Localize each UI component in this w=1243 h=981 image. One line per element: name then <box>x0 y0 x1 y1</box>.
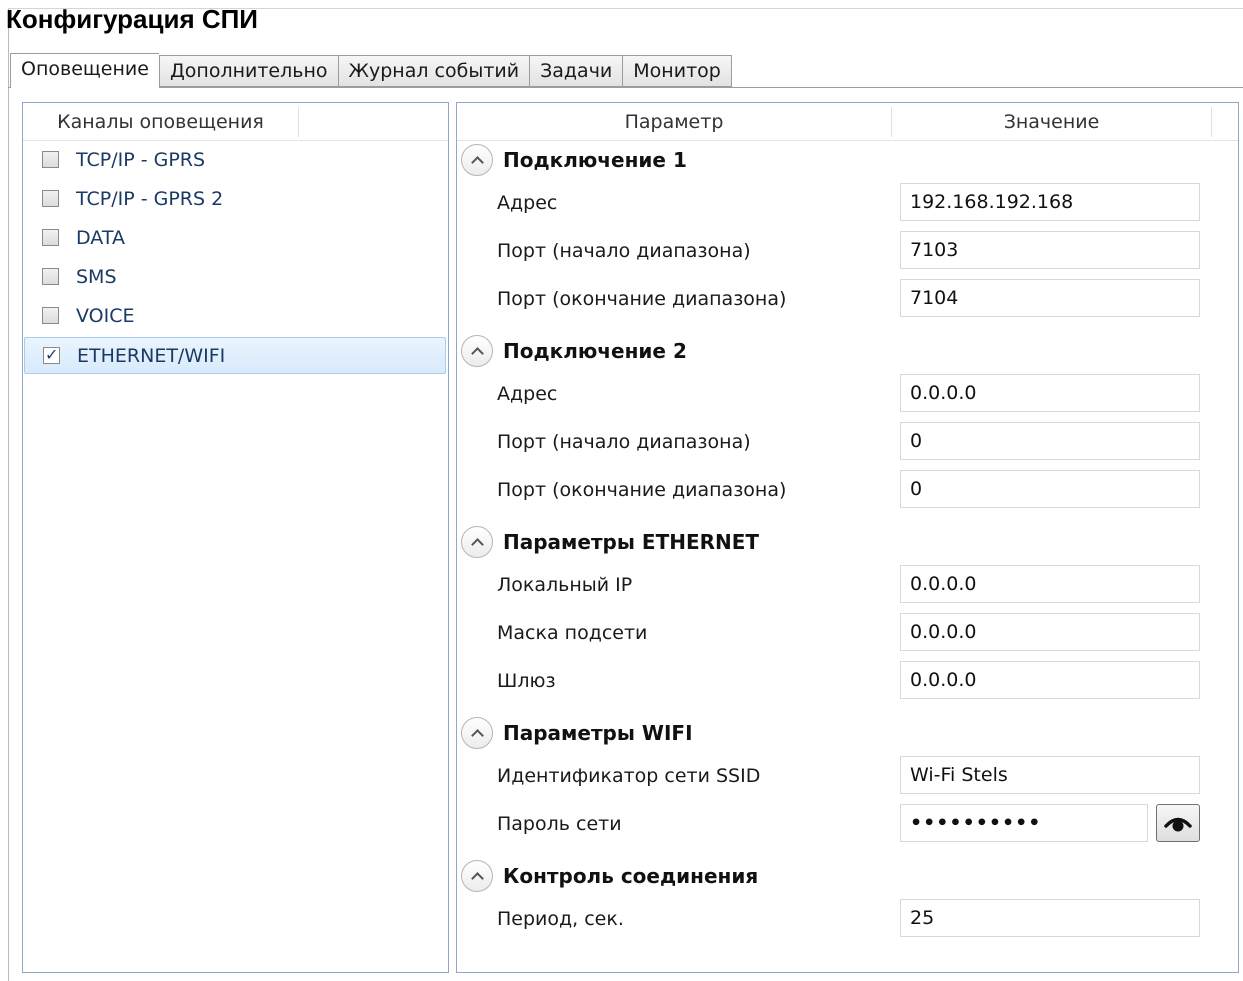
window-title: Конфигурация СПИ <box>6 4 258 34</box>
channel-label: TCP/IP - GPRS 2 <box>76 187 224 210</box>
tab-event-log[interactable]: Журнал событий <box>337 55 530 87</box>
parameters-panel: Параметр Значение Подключение 1 Адрес 19… <box>456 102 1239 973</box>
period-field[interactable]: 25 <box>900 899 1200 937</box>
channel-checkbox[interactable] <box>42 229 59 246</box>
wifi-password-field[interactable]: •••••••••• <box>900 804 1148 842</box>
group-connection-control: Контроль соединения <box>461 859 758 893</box>
port-end-2-field[interactable]: 0 <box>900 470 1200 508</box>
channel-checkbox[interactable] <box>42 190 59 207</box>
channel-item-ethernet-wifi[interactable]: ETHERNET/WIFI <box>24 337 446 374</box>
tab-divider <box>8 87 1243 88</box>
channels-header-filler <box>299 103 448 141</box>
value-column-header[interactable]: Значение <box>892 103 1211 141</box>
param-label: Адрес <box>497 192 558 214</box>
channel-item-sms[interactable]: SMS <box>24 258 446 295</box>
channel-item-tcpip-gprs-2[interactable]: TCP/IP - GPRS 2 <box>24 180 446 217</box>
chevron-up-icon[interactable] <box>461 526 493 558</box>
tab-bar: Оповещение Дополнительно Журнал событий … <box>10 53 732 88</box>
param-label: Порт (окончание диапазона) <box>497 288 787 310</box>
channel-checkbox[interactable] <box>42 151 59 168</box>
group-title: Параметры ETHERNET <box>503 530 760 554</box>
param-label: Шлюз <box>497 670 556 692</box>
param-label: Период, сек. <box>497 908 624 930</box>
param-label: Порт (окончание диапазона) <box>497 479 787 501</box>
group-title: Подключение 2 <box>503 339 687 363</box>
param-label: Порт (начало диапазона) <box>497 240 751 262</box>
channel-checkbox[interactable] <box>42 307 59 324</box>
param-column-header[interactable]: Параметр <box>457 103 891 141</box>
header-filler <box>1212 103 1238 141</box>
group-connection-1: Подключение 1 <box>461 143 687 177</box>
tab-monitor[interactable]: Монитор <box>622 55 732 87</box>
subnet-mask-field[interactable]: 0.0.0.0 <box>900 613 1200 651</box>
address-2-field[interactable]: 0.0.0.0 <box>900 374 1200 412</box>
param-label: Идентификатор сети SSID <box>497 765 761 787</box>
tab-notification[interactable]: Оповещение <box>10 53 159 88</box>
channel-label: SMS <box>76 265 117 288</box>
group-ethernet-params: Параметры ETHERNET <box>461 525 759 559</box>
tab-tasks[interactable]: Задачи <box>529 55 623 87</box>
param-label: Порт (начало диапазона) <box>497 431 751 453</box>
group-connection-2: Подключение 2 <box>461 334 687 368</box>
param-label: Маска подсети <box>497 622 648 644</box>
channel-label: VOICE <box>76 304 135 327</box>
local-ip-field[interactable]: 0.0.0.0 <box>900 565 1200 603</box>
port-start-2-field[interactable]: 0 <box>900 422 1200 460</box>
tab-additional[interactable]: Дополнительно <box>158 55 338 87</box>
channel-checkbox-checked[interactable] <box>43 345 60 364</box>
param-label: Пароль сети <box>497 813 622 835</box>
address-1-field[interactable]: 192.168.192.168 <box>900 183 1200 221</box>
channel-item-voice[interactable]: VOICE <box>24 297 446 334</box>
port-start-1-field[interactable]: 7103 <box>900 231 1200 269</box>
show-password-button[interactable] <box>1156 804 1200 842</box>
group-wifi-params: Параметры WIFI <box>461 716 693 750</box>
group-title: Контроль соединения <box>503 864 759 888</box>
channel-item-tcpip-gprs[interactable]: TCP/IP - GPRS <box>24 141 446 178</box>
port-end-1-field[interactable]: 7104 <box>900 279 1200 317</box>
chevron-up-icon[interactable] <box>461 717 493 749</box>
gateway-field[interactable]: 0.0.0.0 <box>900 661 1200 699</box>
chevron-up-icon[interactable] <box>461 335 493 367</box>
eye-icon <box>1164 817 1192 832</box>
channel-label: ETHERNET/WIFI <box>77 344 226 367</box>
channels-panel: Каналы оповещения TCP/IP - GPRS TCP/IP -… <box>22 102 449 973</box>
channel-item-data[interactable]: DATA <box>24 219 446 256</box>
channel-label: DATA <box>76 226 125 249</box>
param-label: Адрес <box>497 383 558 405</box>
channels-column-header[interactable]: Каналы оповещения <box>23 103 298 141</box>
channel-checkbox[interactable] <box>42 268 59 285</box>
channel-label: TCP/IP - GPRS <box>76 148 206 171</box>
chevron-up-icon[interactable] <box>461 144 493 176</box>
ssid-field[interactable]: Wi-Fi Stels <box>900 756 1200 794</box>
group-title: Параметры WIFI <box>503 721 693 745</box>
chevron-up-icon[interactable] <box>461 860 493 892</box>
group-title: Подключение 1 <box>503 148 687 172</box>
param-label: Локальный IP <box>497 574 633 596</box>
